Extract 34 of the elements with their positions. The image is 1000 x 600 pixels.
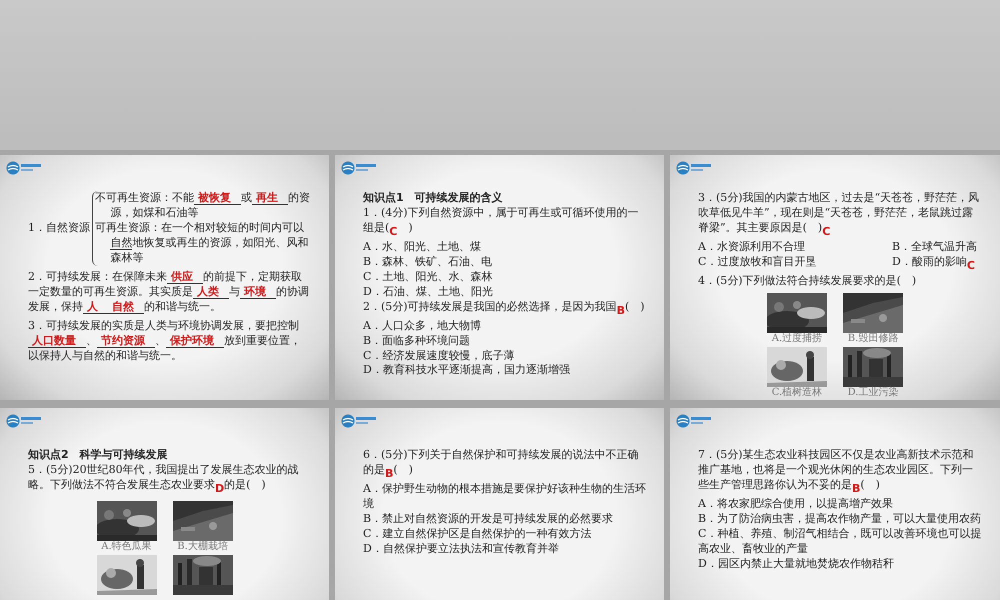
answer-option: C．土地、阳光、水、森林 xyxy=(363,270,646,285)
picture-caption: B.毁田修路 xyxy=(848,332,898,345)
answer-option: A．保护野生动物的根本措施是要保护好该种生物的生活环境 xyxy=(363,482,646,512)
note-text: 3．可持续发展的实质是人类与环境协调发展，要把控制 人口数量 、 节约资源 、 保护环境 放到重要位置，以保持人与自然的和谐与统一。 xyxy=(28,318,302,364)
question-text: 4．(5分)下列做法符合持续发展要求的是( ) xyxy=(698,274,918,289)
answer-option: C．建立自然保护区是自然保护的一种有效方法 xyxy=(363,526,646,542)
answer-option: C．种植、养殖、制沼气相结合，既可以改善环境也可以提高农业、畜牧业的产量 xyxy=(698,526,982,557)
answer-option: C．经济发展速度较慢，底子薄 xyxy=(363,348,646,364)
answer-option: D．自然保护要立法执法和宣传教育并举 xyxy=(363,542,646,557)
answer-option: B．禁止对自然资源的开发是可持续发展的必然要求 xyxy=(363,512,646,527)
answer-option: B．森林、铁矿、石油、电 xyxy=(363,254,646,270)
note-text: 可再生资源：在一个相对较短的时间内可以 自然地恢复或再生的资源，如阳光、风和森林等 xyxy=(95,220,310,266)
answer-option: D．教育科技水平逐渐提高，国力逐渐增强 xyxy=(363,363,646,378)
answer-option: D．园区内禁止大量就地焚烧农作物秸秆 xyxy=(698,556,982,572)
answer-option: B．面临多种环境问题 xyxy=(363,334,646,349)
note-label: 1．自然资源 xyxy=(28,220,91,236)
answer-option: A．人口众多，地大物博 xyxy=(363,318,646,334)
answer-option: B．全球气温升高 xyxy=(892,240,982,255)
note-text: 不可再生资源：不能 被恢复 或 再生 的资源，如煤和石油等 xyxy=(95,191,311,221)
section-heading: 知识点1 可持续发展的含义 xyxy=(363,191,504,206)
answer-option: A．水、阳光、土地、煤 xyxy=(363,240,646,255)
answer-option: A．将农家肥综合使用，以提高增产效果 xyxy=(698,496,982,512)
answer-option: D．石油、煤、土地、阳光 xyxy=(363,284,646,300)
picture-caption: B.大棚栽培 xyxy=(177,540,228,553)
picture-caption: D.工业污染 xyxy=(848,386,898,399)
slide-thumbnail[interactable] xyxy=(0,155,329,400)
answer-option: C．过度放牧和盲目开垦 xyxy=(698,254,816,274)
section-heading: 知识点2 科学与可持续发展 xyxy=(28,448,169,463)
note-text: 2．可持续发展：在保障未来 供应 的前提下，定期获取一定数量的可再生资源。其实质是 人类 与 环境 的协调发展，保持 人 自然 的和谐与统一。 xyxy=(28,270,310,315)
answer-option: A．水资源利用不合理 xyxy=(698,240,805,255)
picture-caption: A.特色瓜果 xyxy=(101,540,152,553)
picture-caption: C.植树造林 xyxy=(772,386,822,399)
picture-caption: A.过度捕捞 xyxy=(772,332,822,345)
answer-option: B．为了防治病虫害，提高农作物产量，可以大量使用农药 xyxy=(698,512,982,527)
